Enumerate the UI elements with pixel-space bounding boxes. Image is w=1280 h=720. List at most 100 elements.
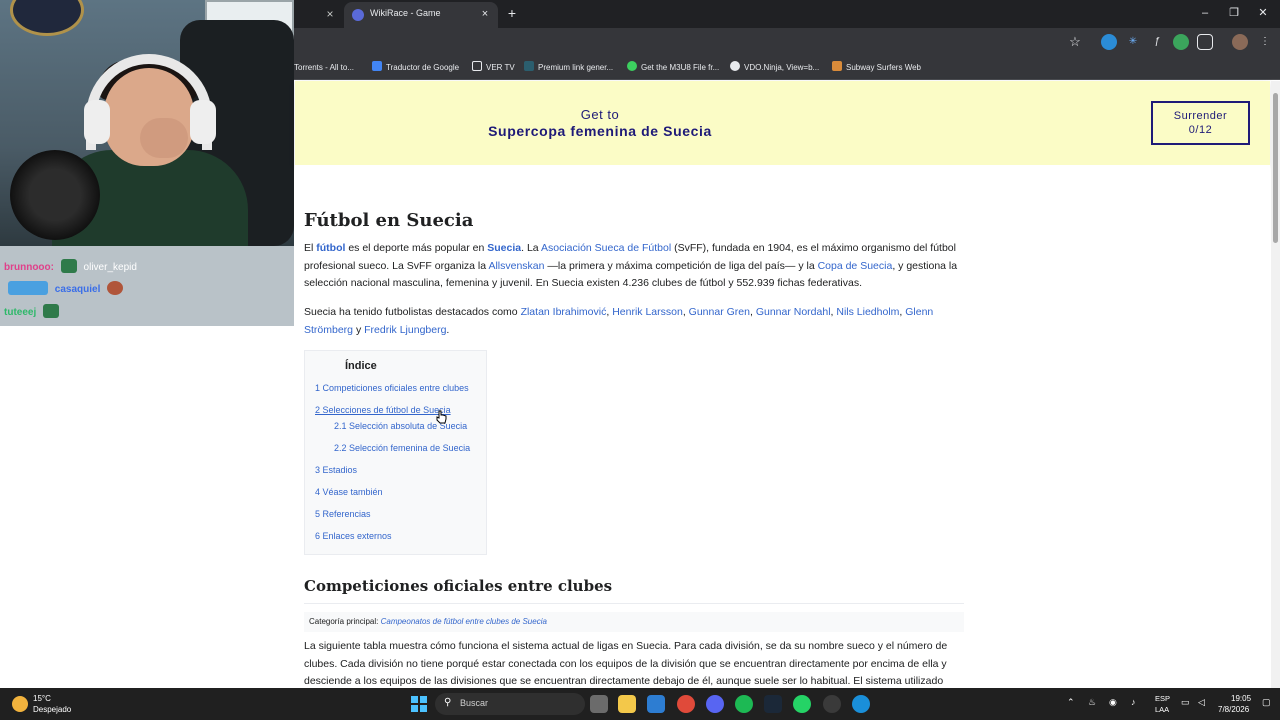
scrollbar-thumb[interactable]: [1273, 93, 1278, 243]
extensions-puzzle-icon[interactable]: [1197, 34, 1213, 50]
tab-wikirace[interactable]: WikiRace - Game ×: [344, 2, 498, 28]
extension-icon[interactable]: ƒ: [1149, 34, 1165, 50]
article-content: Fútbol en Suecia El fútbol es el deporte…: [295, 165, 1270, 688]
edge-icon[interactable]: [852, 695, 870, 713]
goal-target: Supercopa femenina de Suecia: [488, 123, 712, 139]
chrome-icon[interactable]: [677, 695, 695, 713]
link-liedholm[interactable]: Nils Liedholm: [836, 306, 899, 318]
taskbar-search[interactable]: ⚲ Buscar: [435, 693, 585, 715]
toc-item[interactable]: 4 Véase también: [315, 487, 383, 497]
file-explorer-icon[interactable]: [618, 695, 636, 713]
close-tab-icon[interactable]: ×: [322, 6, 338, 22]
menu-kebab-icon[interactable]: ⋮: [1257, 34, 1273, 50]
link-campeonatos[interactable]: Campeonatos de fútbol entre clubes de Su…: [381, 617, 547, 626]
bookmark-item[interactable]: Traductor de Google: [372, 60, 459, 76]
emote-icon: [43, 304, 60, 318]
mic-tray-icon[interactable]: ♪: [1131, 697, 1136, 707]
bookmark-item[interactable]: VDO.Ninja, View=b...: [730, 60, 819, 76]
profile-avatar-icon[interactable]: [1232, 34, 1248, 50]
emote-icon: [8, 281, 48, 295]
keyboard-layout[interactable]: LAA: [1155, 705, 1169, 714]
search-icon: ⚲: [444, 697, 452, 708]
bookmark-item[interactable]: Subway Surfers Web: [832, 60, 921, 76]
restore-button[interactable]: ❐: [1226, 5, 1242, 21]
toc-item[interactable]: 6 Enlaces externos: [315, 531, 392, 541]
intro-paragraph: El fútbol es el deporte más popular en S…: [304, 242, 958, 289]
discord-tray-icon[interactable]: ◉: [1109, 697, 1117, 708]
language-indicator[interactable]: ESP: [1155, 694, 1170, 703]
toc-item[interactable]: 2.1 Selección absoluta de Suecia: [334, 421, 467, 431]
ninja-icon: [730, 61, 740, 71]
close-tab-icon[interactable]: ×: [478, 7, 492, 21]
link-icon: [524, 61, 534, 71]
weather-moon-icon[interactable]: [12, 696, 28, 712]
steam-tray-icon[interactable]: ♨: [1088, 697, 1096, 708]
link-asociacion-sueca[interactable]: Asociación Sueca de Fútbol: [541, 242, 671, 254]
globe-icon: [627, 61, 637, 71]
minimize-button[interactable]: –: [1197, 5, 1213, 21]
game-header: Get to Supercopa femenina de Suecia Surr…: [295, 81, 1270, 165]
hand-cursor-icon: [436, 410, 447, 424]
emote-icon: [107, 281, 124, 295]
extension-icon[interactable]: [1101, 34, 1117, 50]
steam-icon[interactable]: [764, 695, 782, 713]
streamer-hand: [140, 118, 188, 158]
volume-icon[interactable]: ◁: [1198, 697, 1205, 708]
article-title: Fútbol en Suecia: [304, 210, 474, 231]
favicon-icon: [352, 9, 364, 21]
link-nordahl[interactable]: Gunnar Nordahl: [756, 306, 831, 318]
discord-icon[interactable]: [706, 695, 724, 713]
link-larsson[interactable]: Henrik Larsson: [612, 306, 683, 318]
obs-icon[interactable]: [823, 695, 841, 713]
link-suecia[interactable]: Suecia: [487, 242, 521, 254]
tray-chevron-icon[interactable]: ⌃: [1067, 697, 1075, 708]
chat-message: casaquiel: [4, 281, 127, 295]
windows-start-icon[interactable]: [411, 696, 427, 712]
link-zlatan[interactable]: Zlatan Ibrahimović: [521, 306, 607, 318]
link-ljungberg[interactable]: Fredrik Ljungberg: [364, 324, 446, 336]
store-icon[interactable]: [647, 695, 665, 713]
clock-date[interactable]: 7/8/2026: [1218, 705, 1249, 714]
microphone-icon: [10, 150, 100, 240]
task-view-icon[interactable]: [590, 695, 608, 713]
folder-icon: [472, 61, 482, 71]
link-futbol[interactable]: fútbol: [316, 242, 345, 254]
chat-text: oliver_kepid: [83, 262, 137, 273]
headset-cup-right: [190, 100, 216, 144]
whatsapp-icon[interactable]: [793, 695, 811, 713]
network-icon[interactable]: ▭: [1181, 697, 1190, 708]
clock-time[interactable]: 19:05: [1231, 694, 1251, 703]
close-window-button[interactable]: ✕: [1255, 5, 1271, 21]
new-tab-button[interactable]: +: [504, 5, 520, 21]
chat-text: casaquiel: [54, 284, 101, 295]
extension-icon[interactable]: ✳: [1125, 34, 1141, 50]
surrender-button[interactable]: Surrender 0/12: [1151, 101, 1250, 145]
spotify-icon[interactable]: [735, 695, 753, 713]
players-paragraph: Suecia ha tenido futbolistas destacados …: [304, 306, 934, 336]
bookmark-item[interactable]: Get the M3U8 File fr...: [627, 60, 719, 76]
translate-icon: [372, 61, 382, 71]
table-of-contents: Índice 1 Competiciones oficiales entre c…: [304, 350, 487, 555]
notification-icon[interactable]: ▢: [1262, 697, 1271, 708]
webcam-overlay: [0, 0, 294, 246]
toc-item[interactable]: 2 Selecciones de fútbol de Suecia: [315, 405, 451, 415]
toc-item[interactable]: 5 Referencias: [315, 509, 371, 519]
chat-username: brunnooo:: [4, 262, 54, 273]
section-paragraph: La siguiente tabla muestra cómo funciona…: [304, 640, 948, 687]
hatnote: Categoría principal: Campeonatos de fútb…: [304, 612, 964, 632]
link-copa-de-suecia[interactable]: Copa de Suecia: [818, 260, 893, 272]
chat-message: brunnooo: oliver_kepid: [4, 259, 137, 273]
bookmark-item[interactable]: Torrents - All to...: [294, 60, 354, 76]
bookmark-star-icon[interactable]: ☆: [1067, 34, 1083, 50]
bookmark-item[interactable]: Premium link gener...: [524, 60, 613, 76]
bookmark-item[interactable]: VER TV: [472, 60, 515, 76]
link-allsvenskan[interactable]: Allsvenskan: [488, 260, 544, 272]
extension-icon[interactable]: [1173, 34, 1189, 50]
toc-item[interactable]: 3 Estadios: [315, 465, 357, 475]
toc-item[interactable]: 2.2 Selección femenina de Suecia: [334, 443, 470, 453]
scrollbar[interactable]: [1271, 81, 1280, 688]
chat-overlay: brunnooo: oliver_kepid casaquiel tuteeej: [0, 246, 294, 326]
link-gren[interactable]: Gunnar Gren: [689, 306, 750, 318]
toc-item[interactable]: 1 Competiciones oficiales entre clubes: [315, 383, 469, 393]
windows-taskbar: 15°C Despejado ⚲ Buscar ⌃ ♨ ◉ ♪ ESP LAA …: [0, 688, 1280, 720]
